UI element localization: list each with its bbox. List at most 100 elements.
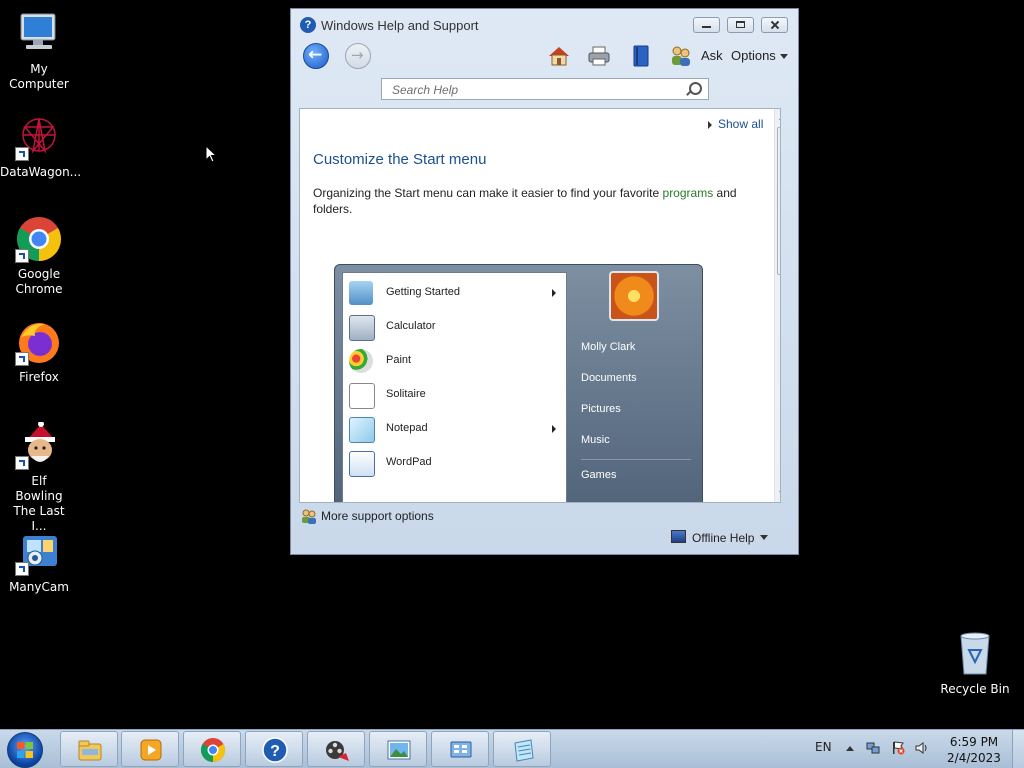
clock-date: 2/4/2023 xyxy=(947,751,1001,765)
desktop-icon-manycam[interactable]: ManyCam xyxy=(0,528,78,595)
list-item: Paint xyxy=(349,347,559,375)
desktop-icon-label: ManyCam xyxy=(9,580,69,594)
start-menu-illustration: Getting Started Calculator Paint Solitai… xyxy=(334,264,703,502)
scroll-down-arrow-icon[interactable] xyxy=(779,491,780,496)
list-item-label: Calculator xyxy=(386,320,436,332)
search-input[interactable] xyxy=(390,80,684,100)
desktop-icon-label: Elf Bowling The Last I... xyxy=(13,474,65,533)
user-avatar xyxy=(609,271,659,321)
minimize-button[interactable] xyxy=(693,17,720,33)
list-item-label: Solitaire xyxy=(386,388,426,400)
movie-maker-icon xyxy=(326,741,349,761)
forward-button[interactable] xyxy=(345,43,371,69)
start-menu-pictures: Pictures xyxy=(581,403,621,415)
shortcut-arrow-icon xyxy=(15,147,29,161)
desktop-icon-recycle-bin[interactable]: Recycle Bin xyxy=(936,630,1014,697)
network-icon[interactable] xyxy=(866,741,880,755)
more-support-label: More support options xyxy=(321,509,434,523)
close-button[interactable] xyxy=(761,17,788,33)
submenu-arrow-icon xyxy=(552,289,556,297)
help-icon: ? xyxy=(262,737,288,763)
recycle-bin-icon xyxy=(951,630,999,678)
taskbar-control-panel-button[interactable] xyxy=(431,731,489,767)
list-item: Solitaire xyxy=(349,381,559,409)
taskbar-help-button[interactable]: ? xyxy=(245,731,303,767)
taskbar-movie-maker-button[interactable] xyxy=(307,731,365,767)
desktop-icon-label: Firefox xyxy=(19,370,59,384)
wordpad-icon xyxy=(349,451,375,477)
submenu-arrow-icon xyxy=(552,425,556,433)
start-menu-programs-pane: Getting Started Calculator Paint Solitai… xyxy=(342,272,567,502)
help-toolbar: Ask Options xyxy=(291,41,798,73)
photo-viewer-icon xyxy=(387,740,411,760)
paint-icon xyxy=(349,349,373,373)
start-menu-games: Games xyxy=(581,469,617,481)
mouse-cursor-icon xyxy=(205,145,217,163)
help-and-support-window: ? Windows Help and Support Ask Options S… xyxy=(290,8,799,555)
getting-started-icon xyxy=(349,281,373,305)
options-menu[interactable]: Options xyxy=(731,48,776,63)
maximize-button[interactable] xyxy=(727,17,754,33)
clock[interactable]: 6:59 PM 2/4/2023 xyxy=(944,734,1004,766)
desktop-icon-datawagon[interactable]: DataWagon... xyxy=(0,113,82,180)
browse-help-icon[interactable] xyxy=(629,44,653,68)
taskbar-chrome-button[interactable] xyxy=(183,731,241,767)
desktop-icon-label: DataWagon... xyxy=(0,165,82,179)
shortcut-arrow-icon xyxy=(15,249,29,263)
manycam-icon xyxy=(15,528,63,576)
taskbar-explorer-button[interactable] xyxy=(60,731,118,767)
list-item-label: WordPad xyxy=(386,456,432,468)
action-center-flag-icon[interactable] xyxy=(891,741,905,755)
search-box[interactable] xyxy=(381,78,709,100)
taskbar-notepad-button[interactable] xyxy=(493,731,551,767)
chrome-icon xyxy=(200,738,226,762)
start-menu-music: Music xyxy=(581,434,610,446)
desktop-icon-label: My Computer xyxy=(9,62,69,91)
desktop-icon-elf-bowling[interactable]: Elf Bowling The Last I... xyxy=(0,421,78,534)
show-all-link[interactable]: Show all xyxy=(708,117,763,131)
help-window-icon: ? xyxy=(300,17,316,33)
chevron-down-icon[interactable] xyxy=(760,535,769,540)
search-icon[interactable] xyxy=(689,82,702,95)
desktop-icon-google-chrome[interactable]: Google Chrome xyxy=(0,215,78,297)
show-hidden-icons-icon[interactable] xyxy=(846,746,854,751)
offline-help-menu[interactable]: Offline Help xyxy=(671,530,769,545)
language-indicator[interactable]: EN xyxy=(815,740,832,754)
scroll-thumb[interactable] xyxy=(777,127,780,275)
topic-paragraph: Organizing the Start menu can make it ea… xyxy=(313,185,753,217)
paragraph-text: Organizing the Start menu can make it ea… xyxy=(313,186,663,200)
programs-link[interactable]: programs xyxy=(663,186,714,200)
taskbar-photo-viewer-button[interactable] xyxy=(369,731,427,767)
scroll-up-arrow-icon[interactable] xyxy=(779,115,780,120)
show-all-label: Show all xyxy=(718,117,764,131)
window-title: Windows Help and Support xyxy=(321,18,479,33)
monitor-icon xyxy=(671,530,686,543)
volume-icon[interactable] xyxy=(915,741,929,755)
desktop-icon-label: Recycle Bin xyxy=(940,682,1010,696)
explorer-icon xyxy=(78,740,102,761)
desktop-icon-label: Google Chrome xyxy=(15,267,63,296)
svg-text:?: ? xyxy=(270,743,280,760)
firefox-icon xyxy=(15,318,63,366)
desktop-icon-my-computer[interactable]: My Computer xyxy=(0,10,78,92)
expand-triangle-icon xyxy=(708,120,712,129)
chevron-down-icon[interactable] xyxy=(780,54,788,59)
ask-icon[interactable] xyxy=(669,44,693,68)
start-menu-documents: Documents xyxy=(581,372,637,384)
print-icon[interactable] xyxy=(587,44,611,68)
vertical-scrollbar[interactable] xyxy=(774,109,780,502)
elf-bowling-icon xyxy=(15,421,63,470)
divider xyxy=(581,459,691,460)
calculator-icon xyxy=(349,315,375,341)
back-button[interactable] xyxy=(303,43,329,69)
clock-time: 6:59 PM xyxy=(949,735,999,749)
start-menu-user-name: Molly Clark xyxy=(581,341,636,353)
start-button[interactable] xyxy=(7,732,43,768)
ask-label[interactable]: Ask xyxy=(701,48,723,63)
window-titlebar[interactable]: ? Windows Help and Support xyxy=(291,9,798,39)
desktop-icon-firefox[interactable]: Firefox xyxy=(0,318,78,385)
control-panel-icon xyxy=(450,741,472,758)
show-desktop-button[interactable] xyxy=(1012,730,1024,768)
taskbar-media-player-button[interactable] xyxy=(121,731,179,767)
home-icon[interactable] xyxy=(547,44,571,68)
